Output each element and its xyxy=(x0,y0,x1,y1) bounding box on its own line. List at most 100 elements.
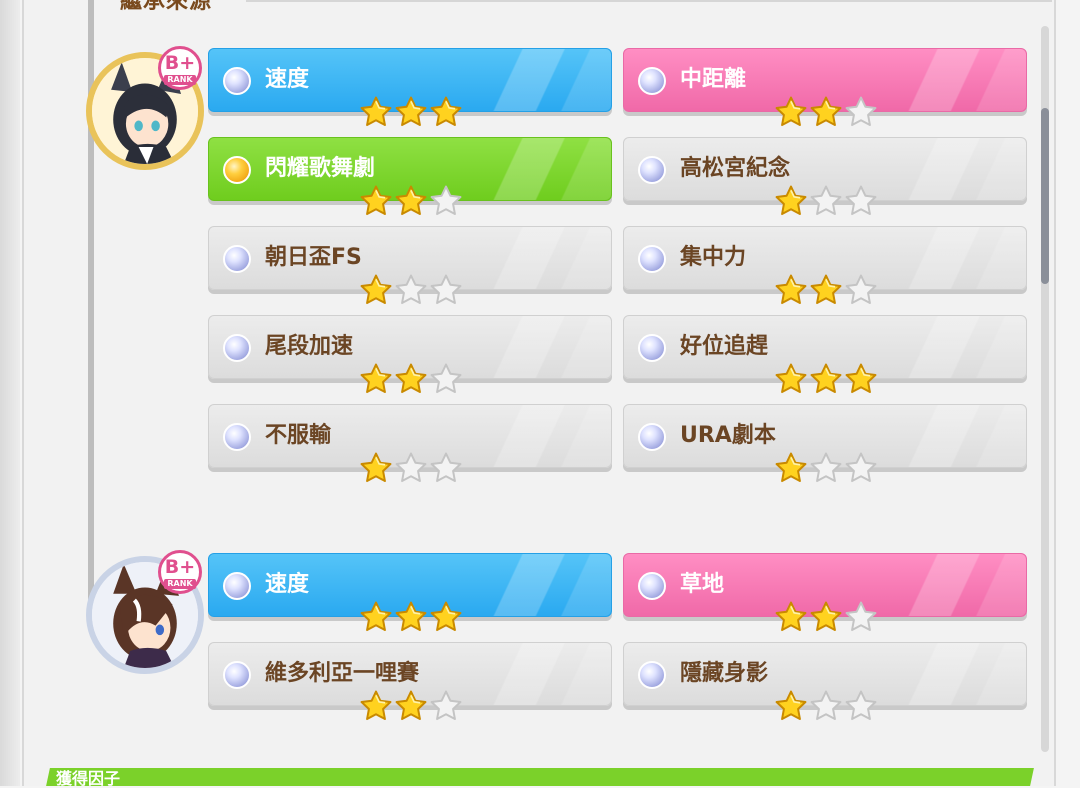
star-rating xyxy=(774,273,878,307)
rank-badge: B+ RANK xyxy=(158,46,202,90)
rank-label: RANK xyxy=(164,75,196,85)
star-empty-icon xyxy=(844,184,878,218)
star-rating xyxy=(359,273,463,307)
factor-card[interactable]: 速度 xyxy=(208,48,612,127)
star-empty-icon xyxy=(844,600,878,634)
star-empty-icon xyxy=(429,689,463,723)
star-filled-icon xyxy=(394,95,428,129)
star-filled-icon xyxy=(774,184,808,218)
factor-card[interactable]: 中距離 xyxy=(623,48,1027,127)
star-empty-icon xyxy=(844,95,878,129)
factor-card[interactable]: 朝日盃FS xyxy=(208,226,612,305)
star-filled-icon xyxy=(844,362,878,396)
card-sheen xyxy=(886,138,1026,200)
factor-card[interactable]: 尾段加速 xyxy=(208,315,612,394)
factor-orb-icon xyxy=(638,245,666,273)
star-filled-icon xyxy=(394,600,428,634)
factor-label: 隱藏身影 xyxy=(680,661,769,686)
factor-label: 集中力 xyxy=(680,245,747,270)
star-filled-icon xyxy=(774,95,808,129)
factor-label: 草地 xyxy=(680,572,725,597)
factor-card[interactable]: 不服輸 xyxy=(208,404,612,483)
factor-label: 朝日盃FS xyxy=(265,245,362,270)
factor-label: 速度 xyxy=(265,572,310,597)
star-empty-icon xyxy=(844,451,878,485)
factor-card[interactable]: 草地 xyxy=(623,553,1027,632)
next-section-title: 獲得因子 xyxy=(56,769,121,788)
factor-orb-icon xyxy=(223,572,251,600)
star-rating xyxy=(359,689,463,723)
star-rating xyxy=(774,362,878,396)
card-sheen xyxy=(886,316,1026,378)
card-sheen xyxy=(886,227,1026,289)
factor-orb-icon xyxy=(638,67,666,95)
star-filled-icon xyxy=(359,451,393,485)
header-divider xyxy=(246,0,1052,2)
star-empty-icon xyxy=(809,689,843,723)
card-sheen xyxy=(886,554,1026,616)
card-sheen xyxy=(886,405,1026,467)
factor-label: 速度 xyxy=(265,67,310,92)
star-rating xyxy=(774,451,878,485)
factor-orb-icon xyxy=(638,334,666,362)
background-edge xyxy=(0,0,20,786)
star-filled-icon xyxy=(774,689,808,723)
factor-card[interactable]: 維多利亞一哩賽 xyxy=(208,642,612,721)
star-rating xyxy=(774,184,878,218)
factor-label: 高松宮紀念 xyxy=(680,156,791,181)
card-sheen xyxy=(886,49,1026,111)
star-rating xyxy=(359,184,463,218)
factor-orb-icon xyxy=(223,423,251,451)
star-filled-icon xyxy=(429,95,463,129)
star-empty-icon xyxy=(429,273,463,307)
star-empty-icon xyxy=(844,273,878,307)
card-sheen xyxy=(471,554,611,616)
factor-label: 好位追趕 xyxy=(680,334,769,359)
star-rating xyxy=(774,689,878,723)
factor-label: 閃耀歌舞劇 xyxy=(265,156,376,181)
factor-card[interactable]: 集中力 xyxy=(623,226,1027,305)
star-rating xyxy=(359,362,463,396)
star-filled-icon xyxy=(359,95,393,129)
factor-orb-icon xyxy=(223,245,251,273)
factor-orb-icon xyxy=(638,661,666,689)
factor-card[interactable]: URA劇本 xyxy=(623,404,1027,483)
card-sheen xyxy=(471,643,611,705)
star-filled-icon xyxy=(359,184,393,218)
factor-card[interactable]: 隱藏身影 xyxy=(623,642,1027,721)
star-empty-icon xyxy=(429,362,463,396)
factor-label: 不服輸 xyxy=(265,423,332,448)
factor-orb-icon xyxy=(638,572,666,600)
card-sheen xyxy=(471,316,611,378)
card-sheen xyxy=(471,405,611,467)
factor-orb-icon xyxy=(638,423,666,451)
factor-label: 中距離 xyxy=(680,67,747,92)
factor-card[interactable]: 高松宮紀念 xyxy=(623,137,1027,216)
card-sheen xyxy=(471,138,611,200)
factor-orb-icon xyxy=(223,661,251,689)
star-filled-icon xyxy=(394,184,428,218)
factor-card[interactable]: 閃耀歌舞劇 xyxy=(208,137,612,216)
star-filled-icon xyxy=(774,451,808,485)
star-empty-icon xyxy=(429,184,463,218)
star-filled-icon xyxy=(774,362,808,396)
scrollbar-thumb[interactable] xyxy=(1041,108,1049,284)
card-sheen xyxy=(471,227,611,289)
factor-card[interactable]: 好位追趕 xyxy=(623,315,1027,394)
factor-label: 尾段加速 xyxy=(265,334,354,359)
star-filled-icon xyxy=(774,600,808,634)
star-empty-icon xyxy=(809,184,843,218)
star-filled-icon xyxy=(359,689,393,723)
star-filled-icon xyxy=(394,689,428,723)
star-empty-icon xyxy=(394,451,428,485)
rank-badge: B+ RANK xyxy=(158,550,202,594)
star-filled-icon xyxy=(359,362,393,396)
factor-card[interactable]: 速度 xyxy=(208,553,612,632)
factor-orb-icon xyxy=(223,67,251,95)
rank-value: B+ xyxy=(164,52,196,74)
star-empty-icon xyxy=(429,451,463,485)
factor-label: 維多利亞一哩賽 xyxy=(265,661,420,686)
card-sheen xyxy=(471,49,611,111)
star-filled-icon xyxy=(809,362,843,396)
star-rating xyxy=(774,95,878,129)
